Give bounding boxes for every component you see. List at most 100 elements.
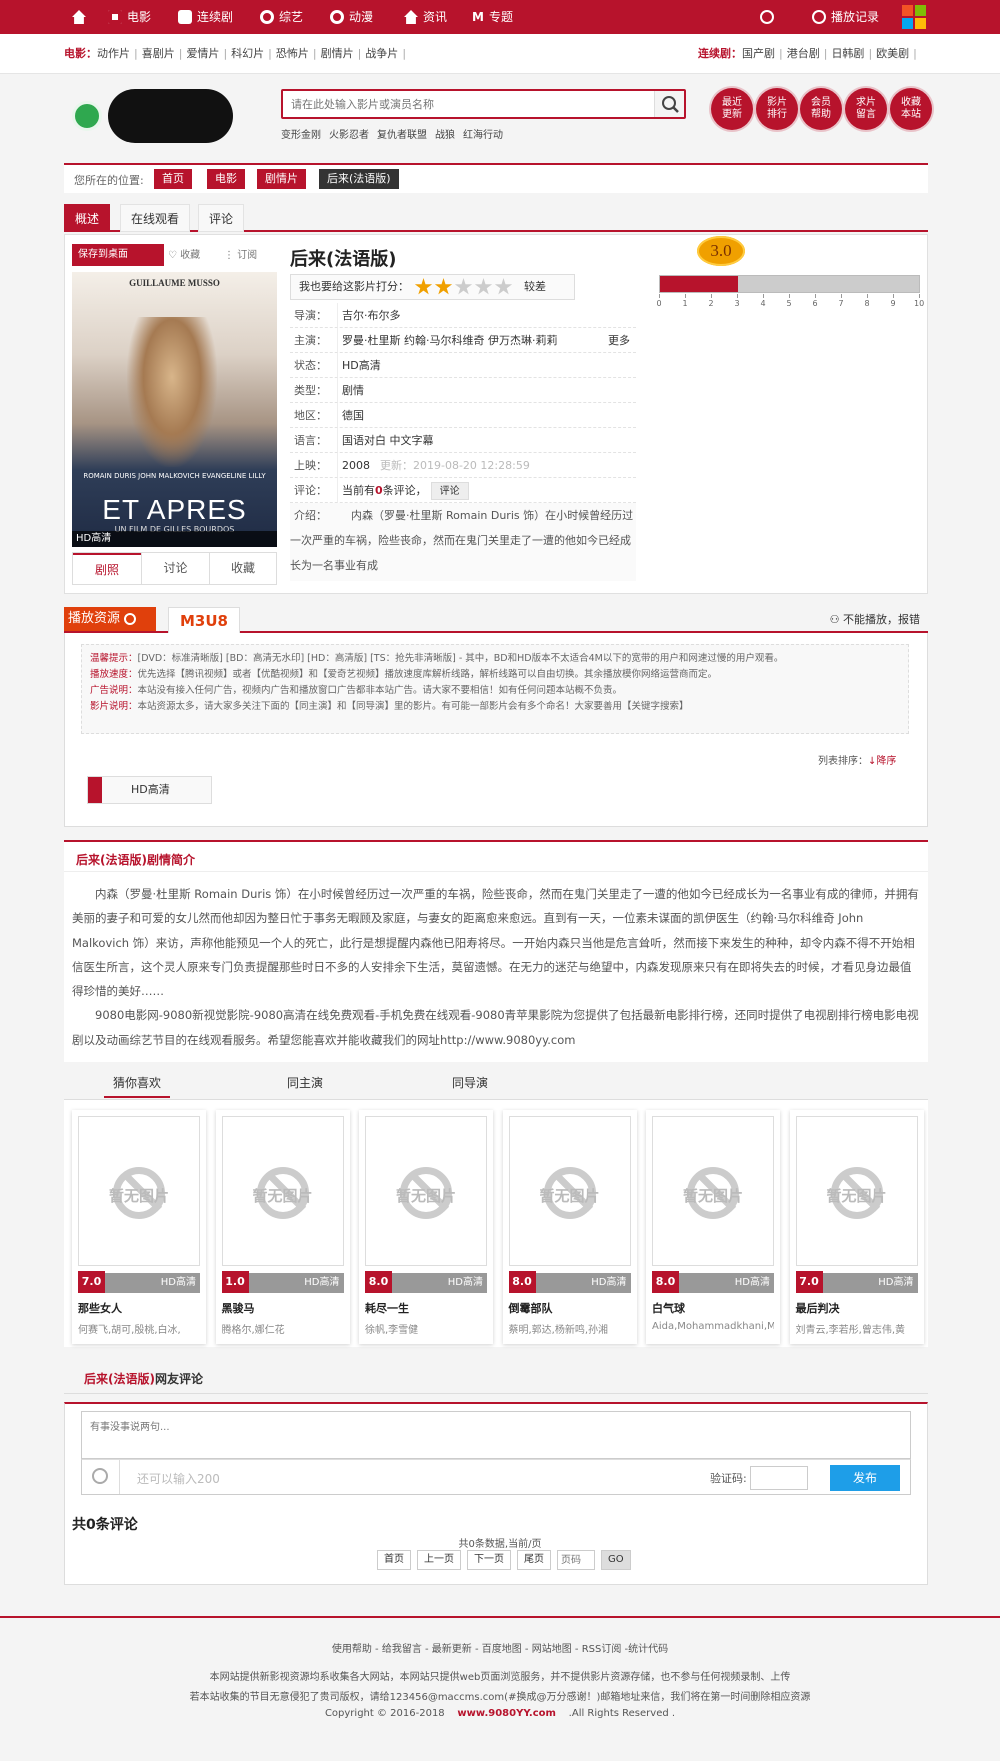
subnav-tv-3[interactable]: 欧美剧 (876, 47, 909, 60)
tab-overview[interactable]: 概述 (64, 204, 111, 232)
detail-tabs: 概述 在线观看 评论 (64, 202, 928, 232)
poster-tabs: 剧照 讨论 收藏 (72, 552, 277, 585)
movie-card[interactable]: 暂无图片 HD高清 8.0 耗尽一生 徐帆,李雪健 (359, 1110, 493, 1344)
separator: | (134, 47, 138, 60)
card-title[interactable]: 倒霉部队 (509, 1300, 553, 1316)
episode-button[interactable]: HD高清 (87, 776, 212, 804)
crumb-drama[interactable]: 剧情片 (257, 169, 306, 189)
quick-button-3[interactable]: 求片 留言 (845, 88, 887, 130)
first-page-button[interactable]: 首页 (377, 1550, 411, 1570)
star-icon[interactable] (494, 278, 513, 295)
tab-guess[interactable]: 猜你喜欢 (104, 1068, 170, 1098)
card-title[interactable]: 白气球 (652, 1300, 685, 1316)
comment-button[interactable]: 评论 (430, 482, 469, 500)
source-header: 播放资源 M3U8 ⚇ 不能播放，报错 (64, 603, 928, 633)
scale-tick (841, 294, 842, 298)
nav-tv[interactable]: 连续剧 (178, 0, 233, 34)
search-button[interactable] (654, 91, 684, 117)
subnav-tv-2[interactable]: 日韩剧 (831, 47, 864, 60)
card-title[interactable]: 耗尽一生 (365, 1300, 409, 1316)
nav-topic[interactable]: M 专题 (472, 0, 513, 34)
tab-collect[interactable]: 收藏 (209, 553, 276, 584)
verify-input[interactable] (750, 1466, 808, 1490)
poster-figure (127, 317, 217, 467)
site-logo[interactable] (64, 83, 237, 147)
card-title[interactable]: 最后判决 (796, 1300, 840, 1316)
pagination: 首页 上一页 下一页 尾页 GO (377, 1550, 631, 1570)
subnav-movie-1[interactable]: 喜剧片 (142, 47, 175, 60)
sort-toggle[interactable]: 列表排序：↓降序 (818, 752, 896, 767)
tab-same-director[interactable]: 同导演 (442, 1068, 498, 1098)
history-link[interactable]: 播放记录 (812, 0, 879, 34)
search-input[interactable] (283, 91, 643, 117)
subnav-movie-5[interactable]: 剧情片 (321, 47, 354, 60)
hot-keyword[interactable]: 复仇者联盟 (377, 130, 427, 141)
more-cast-link[interactable]: 更多 (608, 328, 630, 353)
last-page-button[interactable]: 尾页 (517, 1550, 551, 1570)
next-page-button[interactable]: 下一页 (467, 1550, 511, 1570)
footer-disclaimer-2: 若本站收集的节目无意侵犯了贵司版权，请给123456@maccms.com(#换… (189, 1692, 811, 1703)
apps-icon[interactable] (902, 5, 926, 29)
search-icon (662, 96, 679, 113)
rating-stars[interactable] (413, 278, 513, 295)
scale-tick (867, 294, 868, 298)
quick-button-4[interactable]: 收藏 本站 (890, 88, 932, 130)
go-button[interactable]: GO (601, 1550, 631, 1570)
nav-anime[interactable]: 动漫 (330, 0, 373, 34)
hot-keyword[interactable]: 变形金刚 (281, 130, 321, 141)
subnav-movie-0[interactable]: 动作片 (97, 47, 130, 60)
star-icon[interactable] (414, 278, 433, 295)
quick-button-1[interactable]: 影片 排行 (756, 88, 798, 130)
page-input[interactable] (557, 1550, 595, 1570)
quick-button-0[interactable]: 最近 更新 (711, 88, 753, 130)
card-title[interactable]: 那些女人 (78, 1300, 122, 1316)
tab-watch[interactable]: 在线观看 (120, 204, 191, 232)
card-title[interactable]: 黑骏马 (222, 1300, 255, 1316)
source-tab-m3u8[interactable]: M3U8 (168, 607, 240, 633)
report-link[interactable]: ⚇ 不能播放，报错 (830, 611, 920, 627)
nav-news[interactable]: 资讯 (404, 0, 447, 34)
hot-keyword[interactable]: 红海行动 (463, 130, 503, 141)
movie-poster[interactable]: GUILLAUME MUSSO ROMAIN DURIS JOHN MALKOV… (72, 272, 277, 547)
tab-stills[interactable]: 剧照 (73, 553, 141, 584)
subnav-movie-6[interactable]: 战争片 (365, 47, 398, 60)
home-link[interactable] (72, 0, 86, 34)
movie-card[interactable]: 暂无图片 HD高清 8.0 倒霉部队 蔡明,郭达,杨新鸣,孙湘 (502, 1110, 637, 1344)
subnav-movie-2[interactable]: 爱情片 (186, 47, 219, 60)
nav-variety[interactable]: 综艺 (260, 0, 303, 34)
comment-textarea[interactable]: 有事没事说两句... (81, 1411, 911, 1459)
movie-card[interactable]: 暂无图片 HD高清 7.0 最后判决 刘青云,李若彤,曾志伟,黄 (789, 1110, 924, 1344)
quick-button-2[interactable]: 会员 帮助 (800, 88, 842, 130)
star-icon[interactable] (454, 278, 473, 295)
subnav-tv-0[interactable]: 国产剧 (742, 47, 775, 60)
scale-tick-label: 1 (682, 299, 688, 308)
hot-keyword[interactable]: 战狼 (435, 130, 455, 141)
prev-page-button[interactable]: 上一页 (417, 1550, 461, 1570)
footer-links[interactable]: 使用帮助 - 给我留言 - 最新更新 - 百度地图 - 网站地图 - RSS订阅… (0, 1640, 1000, 1655)
movie-card[interactable]: 暂无图片 HD高清 1.0 黑骏马 腾格尔,娜仁花 (215, 1110, 350, 1344)
footer-site-link[interactable]: www.9080YY.com (457, 1708, 556, 1719)
tv-categories: 连续剧：国产剧 | 港台剧 | 日韩剧 | 欧美剧 | (698, 47, 917, 60)
tab-discuss[interactable]: 讨论 (141, 553, 209, 584)
star-icon[interactable] (474, 278, 493, 295)
crumb-home[interactable]: 首页 (154, 169, 192, 189)
submit-button[interactable]: 发布 (830, 1465, 900, 1491)
subnav-movie-4[interactable]: 恐怖片 (276, 47, 309, 60)
anime-icon (330, 10, 344, 24)
save-to-desktop-button[interactable]: 保存到桌面 (72, 244, 164, 266)
user-link[interactable] (760, 0, 774, 34)
nav-movie[interactable]: 电影 (108, 0, 151, 34)
emoji-button[interactable] (82, 1460, 120, 1494)
tab-same-actor[interactable]: 同主演 (277, 1068, 333, 1098)
separator: | (402, 47, 407, 60)
hot-keyword[interactable]: 火影忍者 (329, 130, 369, 141)
subscribe-button[interactable]: ⋮ 订阅 (224, 246, 257, 261)
subnav-tv-1[interactable]: 港台剧 (787, 47, 820, 60)
movie-card[interactable]: 暂无图片 HD高清 7.0 那些女人 何赛飞,胡可,殷桃,白冰, (72, 1110, 206, 1344)
star-icon[interactable] (434, 278, 453, 295)
fav-button[interactable]: ♡ 收藏 (168, 246, 200, 261)
tab-comments[interactable]: 评论 (198, 204, 245, 232)
movie-card[interactable]: 暂无图片 HD高清 8.0 白气球 Aida,Mohammadkhani,M (646, 1110, 780, 1344)
crumb-movie[interactable]: 电影 (207, 169, 245, 189)
subnav-movie-3[interactable]: 科幻片 (231, 47, 264, 60)
